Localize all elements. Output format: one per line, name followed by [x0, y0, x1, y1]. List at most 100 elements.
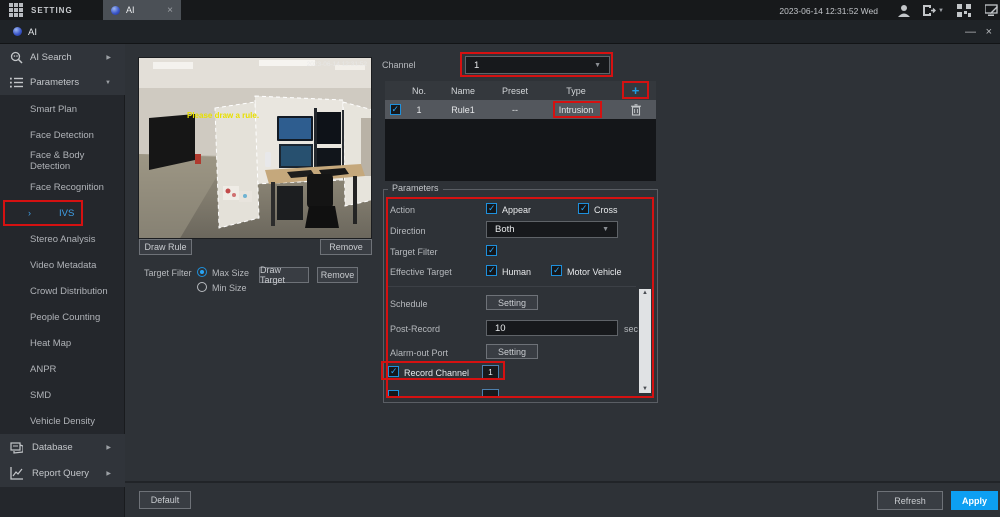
app-window: SETTING AI × 2023-06-14 12:31:52 Wed ▼ A…	[0, 0, 1000, 517]
sidebar-item-smd[interactable]: SMD	[0, 384, 125, 406]
remove-target-button[interactable]: Remove	[317, 267, 358, 283]
sidebar-item-database[interactable]: Database ▶	[0, 435, 125, 460]
target-filter-param-label: Target Filter	[390, 247, 438, 257]
draw-target-button[interactable]: Draw Target	[259, 265, 309, 285]
page-title: AI	[28, 27, 37, 38]
direction-select[interactable]: Both ▼	[486, 221, 618, 238]
top-bar: SETTING AI × 2023-06-14 12:31:52 Wed ▼	[0, 0, 1000, 20]
add-rule-button[interactable]: +	[615, 81, 656, 100]
sidebar-item-heat-map[interactable]: Heat Map	[0, 332, 125, 354]
partial-row-button[interactable]	[482, 389, 499, 398]
apply-button[interactable]: Apply	[951, 491, 998, 510]
appear-checkbox[interactable]	[486, 203, 497, 214]
sidebar-item-video-metadata[interactable]: Video Metadata	[0, 254, 125, 276]
sidebar-item-smart-plan[interactable]: Smart Plan	[0, 98, 125, 120]
parameters-scroll-area: Schedule Setting Post-Record 10 sec. Ala…	[384, 290, 638, 398]
rules-table: No. Name Preset Type + 1 Rule1 -- Intrus…	[385, 81, 656, 181]
cross-checkbox[interactable]	[578, 203, 589, 214]
page-header: AI — ×	[0, 20, 1000, 44]
sidebar: AI Search ▶ Parameters ▼ Smart Plan Face…	[0, 44, 125, 517]
schedule-setting-button[interactable]: Setting	[486, 295, 538, 310]
target-filter-checkbox[interactable]	[486, 245, 497, 256]
min-size-label: Min Size	[212, 283, 247, 293]
sidebar-item-face-detection[interactable]: Face Detection	[0, 124, 125, 146]
remove-rule-button[interactable]: Remove	[320, 239, 372, 255]
sidebar-item-ivs[interactable]: › IVS	[0, 202, 125, 224]
direction-label: Direction	[390, 226, 426, 236]
vertical-scrollbar[interactable]: ▲ ▼	[639, 289, 651, 393]
record-channel-value-button[interactable]: 1	[482, 365, 499, 379]
chevron-down-icon: ▼	[602, 226, 609, 233]
datetime-label: 2023-06-14 12:31:52 Wed	[779, 6, 878, 16]
sidebar-item-vehicle-density[interactable]: Vehicle Density	[0, 410, 125, 432]
camera-preview[interactable]: Please draw a rule. 2023-06-14 12:31:52	[138, 57, 372, 239]
record-channel-checkbox[interactable]	[388, 366, 399, 377]
rule-enable-checkbox[interactable]	[389, 104, 401, 115]
target-filter-label: Target Filter	[144, 268, 192, 278]
chevron-right-icon: ▶	[106, 55, 111, 61]
rules-table-header: No. Name Preset Type +	[385, 81, 656, 100]
logout-caret-icon[interactable]: ▼	[938, 8, 944, 14]
default-button[interactable]: Default	[139, 491, 191, 509]
scroll-up-icon[interactable]: ▲	[642, 289, 648, 297]
video-timestamp: 2023-06-14 12:31:52	[306, 61, 367, 68]
channel-label: Channel	[382, 60, 416, 70]
draw-rule-hint-text: Please draw a rule.	[187, 111, 260, 120]
sidebar-item-crowd-distribution[interactable]: Crowd Distribution	[0, 280, 125, 302]
max-size-label: Max Size	[212, 268, 250, 278]
channel-select[interactable]: 1 ▼	[465, 56, 610, 74]
alarm-out-label: Alarm-out Port	[390, 348, 449, 358]
min-size-radio[interactable]	[197, 282, 207, 292]
logout-icon[interactable]	[922, 4, 936, 17]
user-icon[interactable]	[897, 4, 911, 17]
partial-row-checkbox[interactable]	[388, 390, 399, 398]
sidebar-item-people-counting[interactable]: People Counting	[0, 306, 125, 328]
scroll-down-icon[interactable]: ▼	[642, 385, 648, 393]
close-icon[interactable]: ×	[986, 26, 992, 38]
motor-vehicle-label: Motor Vehicle	[567, 267, 622, 277]
record-channel-label: Record Channel	[404, 368, 470, 378]
camera-scene	[139, 58, 371, 238]
draw-rule-button[interactable]: Draw Rule	[139, 239, 192, 255]
refresh-button[interactable]: Refresh	[877, 491, 943, 510]
schedule-label: Schedule	[390, 299, 428, 309]
footer-divider	[125, 481, 1000, 483]
panel-divider	[388, 286, 636, 287]
minimize-icon[interactable]: —	[965, 26, 976, 38]
ai-globe-icon	[13, 27, 22, 36]
effective-target-label: Effective Target	[390, 267, 452, 277]
chevron-right-icon: ▶	[106, 445, 111, 451]
sidebar-item-ai-search[interactable]: AI Search ▶	[0, 45, 125, 70]
table-row[interactable]: 1 Rule1 -- Intrusion	[385, 100, 656, 119]
parameters-legend: Parameters	[388, 183, 443, 193]
home-grid-icon[interactable]	[9, 3, 23, 17]
parameters-list-icon	[10, 77, 23, 88]
ai-search-icon	[10, 51, 23, 64]
post-record-input[interactable]: 10	[486, 320, 618, 336]
tab-close-icon[interactable]: ×	[167, 5, 173, 16]
display-config-icon[interactable]	[985, 4, 999, 17]
sidebar-item-face-recognition[interactable]: Face Recognition	[0, 176, 125, 198]
alarm-out-setting-button[interactable]: Setting	[486, 344, 538, 359]
cross-label: Cross	[594, 205, 618, 215]
chevron-right-icon: ›	[28, 208, 31, 218]
report-chart-icon	[10, 467, 23, 480]
ai-globe-icon	[111, 5, 120, 15]
human-checkbox[interactable]	[486, 265, 497, 276]
sidebar-item-face-body-detection[interactable]: Face & Body Detection	[0, 150, 125, 172]
database-icon	[10, 442, 23, 454]
sidebar-item-stereo-analysis[interactable]: Stereo Analysis	[0, 228, 125, 250]
max-size-radio[interactable]	[197, 267, 207, 277]
tab-ai-label: AI	[126, 5, 135, 15]
sidebar-item-report-query[interactable]: Report Query ▶	[0, 461, 125, 486]
human-label: Human	[502, 267, 532, 277]
delete-icon[interactable]	[630, 103, 641, 116]
action-label: Action	[390, 205, 416, 215]
setting-label[interactable]: SETTING	[31, 6, 73, 15]
chevron-right-icon: ▶	[106, 471, 111, 477]
tab-ai[interactable]: AI ×	[103, 0, 181, 20]
motor-vehicle-checkbox[interactable]	[551, 265, 562, 276]
sidebar-item-anpr[interactable]: ANPR	[0, 358, 125, 380]
sidebar-item-parameters[interactable]: Parameters ▼	[0, 70, 125, 95]
qr-code-icon[interactable]	[957, 4, 971, 17]
